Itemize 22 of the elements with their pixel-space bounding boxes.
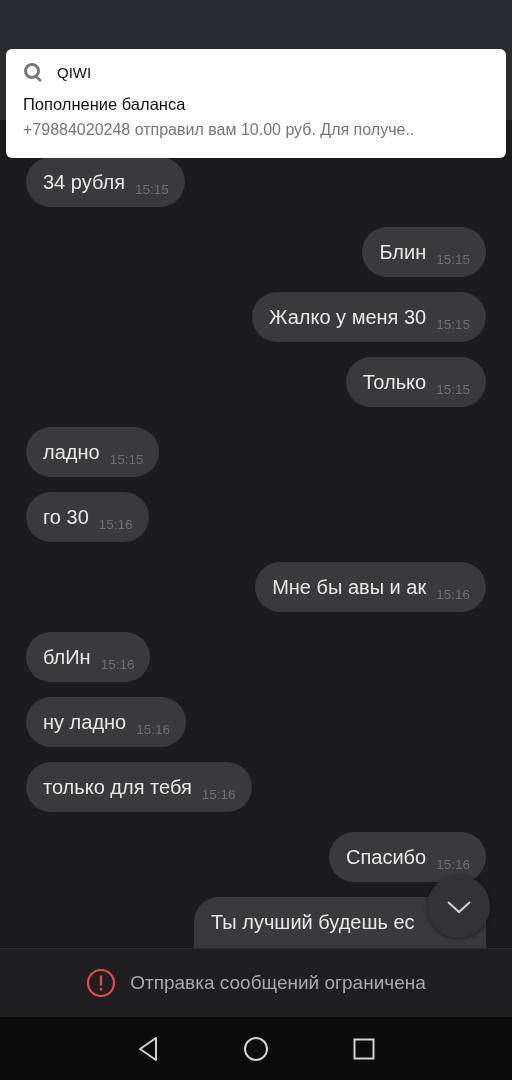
notification-text: +79884020248 отправил вам 10.00 руб. Для получе.. (23, 121, 416, 139)
message-text: 34 рубля (43, 170, 125, 195)
message-text: только для тебя (43, 775, 192, 800)
message-text: Только (362, 370, 427, 395)
message-text: Мне бы авы и ак (272, 575, 427, 600)
message-text: Ты лучший будешь ес (211, 910, 415, 935)
home-icon[interactable] (243, 1035, 269, 1062)
message-text: го 30 (43, 505, 89, 530)
notification-title: Пополнение баланса (23, 95, 187, 114)
app-name: QIWI (57, 63, 92, 81)
message-text: ладно (43, 440, 100, 465)
message-text: ну ладно (43, 710, 127, 735)
message-text: Спасибо (346, 845, 427, 870)
warning-icon (86, 968, 117, 998)
notification-card[interactable]: QIWI Пополнение баланса +79884020248 отправил вам 10.00 руб. Для получе.. (6, 49, 506, 158)
recents-icon[interactable] (353, 1037, 375, 1060)
back-icon[interactable] (137, 1035, 159, 1062)
chevron-down-icon (445, 899, 472, 914)
restriction-text: Отправка сообщений ограничена (130, 972, 426, 994)
message-text: Блин (379, 240, 427, 265)
message-text: блИн (43, 645, 91, 670)
message-text: Жалко у меня 30 (268, 305, 427, 330)
